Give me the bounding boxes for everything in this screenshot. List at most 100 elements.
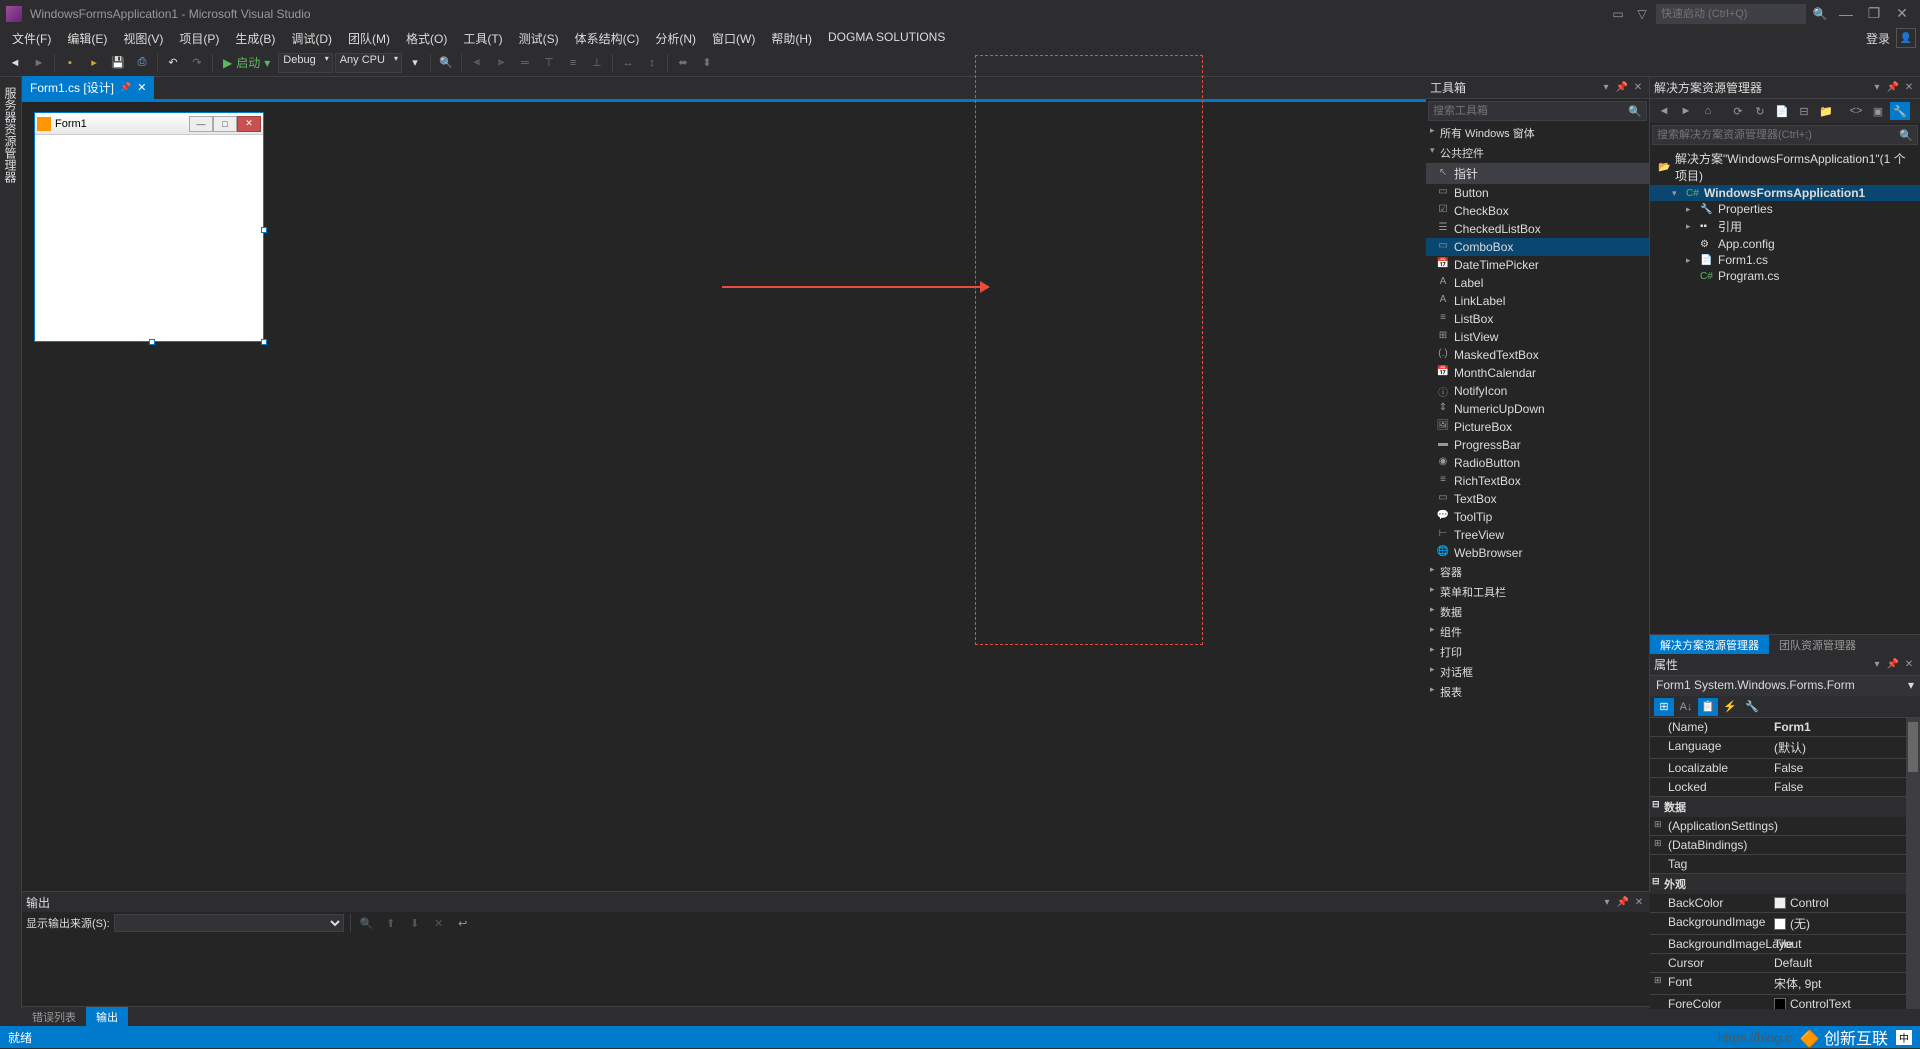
save-button[interactable]: 💾	[107, 52, 129, 74]
prop-value-cursor[interactable]: Default	[1770, 954, 1920, 972]
new-project-button[interactable]: ▪	[59, 52, 81, 74]
close-button[interactable]: ✕	[1890, 2, 1914, 26]
properties-button[interactable]: 🔧	[1890, 102, 1910, 120]
toolbox-item-textbox[interactable]: ▭TextBox	[1426, 490, 1649, 508]
output-source-dropdown[interactable]	[114, 914, 344, 932]
align-top-button[interactable]: ⊤	[538, 52, 560, 74]
close-icon[interactable]: ✕	[1902, 658, 1916, 672]
toolbox-item-maskedtextbox[interactable]: (.)MaskedTextBox	[1426, 346, 1649, 364]
config-dropdown[interactable]: Debug	[278, 53, 332, 73]
properties-selector[interactable]: Form1 System.Windows.Forms.Form▾	[1650, 676, 1920, 696]
close-icon[interactable]: ✕	[1902, 81, 1916, 95]
solution-root[interactable]: 📂解决方案"WindowsFormsApplication1"(1 个项目)	[1650, 149, 1920, 185]
pin-icon[interactable]: 📌	[1615, 81, 1629, 95]
prop-databindings[interactable]: (DataBindings)	[1650, 836, 1770, 854]
toolbox-search-input[interactable]	[1433, 105, 1628, 117]
toolbox-group-reports[interactable]: 报表	[1426, 682, 1649, 702]
resize-handle-se[interactable]	[261, 339, 267, 345]
tab-output[interactable]: 输出	[86, 1007, 128, 1026]
resize-handle-e[interactable]	[261, 227, 267, 233]
tab-solution-explorer[interactable]: 解决方案资源管理器	[1650, 635, 1769, 654]
prop-category-data[interactable]: 数据	[1650, 797, 1920, 817]
categorized-button[interactable]: ⊞	[1654, 698, 1674, 716]
toolbox-item-checkbox[interactable]: ☑CheckBox	[1426, 202, 1649, 220]
toolbox-group-components[interactable]: 组件	[1426, 622, 1649, 642]
menu-help[interactable]: 帮助(H)	[763, 28, 820, 49]
toolbox-item-label[interactable]: ALabel	[1426, 274, 1649, 292]
toolbox-item-radiobutton[interactable]: ◉RadioButton	[1426, 454, 1649, 472]
menu-dogma[interactable]: DOGMA SOLUTIONS	[820, 28, 953, 49]
size-width-button[interactable]: ⬌	[672, 52, 694, 74]
menu-project[interactable]: 项目(P)	[171, 28, 227, 49]
prop-value-backcolor[interactable]: Control	[1770, 894, 1920, 912]
toolbox-group-printing[interactable]: 打印	[1426, 642, 1649, 662]
toolbox-item-button[interactable]: ▭Button	[1426, 184, 1649, 202]
menu-window[interactable]: 窗口(W)	[704, 28, 763, 49]
properties-node[interactable]: ▸🔧Properties	[1650, 201, 1920, 217]
output-content[interactable]	[22, 934, 1650, 1006]
platform-dropdown[interactable]: Any CPU	[335, 53, 402, 73]
processes-button[interactable]: ▾	[404, 52, 426, 74]
toolbox-item-webbrowser[interactable]: 🌐WebBrowser	[1426, 544, 1649, 562]
toolbox-item-pointer[interactable]: ↖指针	[1426, 163, 1649, 184]
menu-format[interactable]: 格式(O)	[398, 28, 455, 49]
prop-appsettings[interactable]: (ApplicationSettings)	[1650, 817, 1770, 835]
document-tab-form1[interactable]: Form1.cs [设计] 📌 ✕	[22, 76, 154, 99]
prop-value-forecolor[interactable]: ControlText	[1770, 995, 1920, 1009]
pin-icon[interactable]: 📌	[120, 82, 131, 93]
align-left-button[interactable]: ⫷	[466, 52, 488, 74]
search-icon[interactable]: 🔍	[1628, 105, 1642, 118]
prop-value-bgimage[interactable]: (无)	[1770, 913, 1920, 934]
wrap-button[interactable]: ↩	[453, 914, 473, 932]
quick-launch-input[interactable]	[1656, 4, 1806, 24]
find-message-button[interactable]: 🔍	[357, 914, 377, 932]
nav-forward-button[interactable]: ►	[28, 52, 50, 74]
toolbox-group-menus[interactable]: 菜单和工具栏	[1426, 582, 1649, 602]
toolbox-item-linklabel[interactable]: ALinkLabel	[1426, 292, 1649, 310]
menu-analyze[interactable]: 分析(N)	[647, 28, 704, 49]
user-icon[interactable]: 👤	[1896, 28, 1916, 48]
login-link[interactable]: 登录	[1866, 30, 1890, 47]
redo-button[interactable]: ↷	[186, 52, 208, 74]
menu-view[interactable]: 视图(V)	[115, 28, 171, 49]
toolbox-item-numericupdown[interactable]: ⇕NumericUpDown	[1426, 400, 1649, 418]
next-message-button[interactable]: ⬇	[405, 914, 425, 932]
dropdown-icon[interactable]: ▾	[1599, 81, 1613, 95]
events-button[interactable]: ⚡	[1720, 698, 1740, 716]
nav-back-button[interactable]: ◄	[4, 52, 26, 74]
feedback-icon[interactable]: ▽	[1632, 4, 1652, 24]
solution-search-input[interactable]	[1657, 129, 1899, 141]
tab-error-list[interactable]: 错误列表	[22, 1007, 86, 1026]
align-center-button[interactable]: ⫸	[490, 52, 512, 74]
home-button[interactable]: ⌂	[1698, 102, 1718, 120]
toolbox-group-data[interactable]: 数据	[1426, 602, 1649, 622]
toolbox-group-common[interactable]: 公共控件	[1426, 143, 1649, 163]
toolbox-item-treeview[interactable]: ⊢TreeView	[1426, 526, 1649, 544]
prop-value-language[interactable]: (默认)	[1770, 737, 1920, 758]
toolbox-item-combobox[interactable]: ▭ComboBox	[1426, 238, 1649, 256]
program-node[interactable]: C#Program.cs	[1650, 268, 1920, 284]
toolbox-item-monthcalendar[interactable]: 📅MonthCalendar	[1426, 364, 1649, 382]
form1-node[interactable]: ▸📄Form1.cs	[1650, 252, 1920, 268]
property-pages-button[interactable]: 🔧	[1742, 698, 1762, 716]
prev-message-button[interactable]: ⬆	[381, 914, 401, 932]
close-icon[interactable]: ✕	[1631, 81, 1645, 95]
toolbox-item-progressbar[interactable]: ▬ProgressBar	[1426, 436, 1649, 454]
toolbox-item-checkedlistbox[interactable]: ☰CheckedListBox	[1426, 220, 1649, 238]
menu-test[interactable]: 测试(S)	[511, 28, 567, 49]
form-window[interactable]: Form1 — □ ✕	[34, 112, 264, 342]
prop-font[interactable]: Font	[1650, 973, 1770, 994]
designer-surface[interactable]: Form1 — □ ✕	[22, 99, 1426, 1009]
toolbox-group-dialogs[interactable]: 对话框	[1426, 662, 1649, 682]
search-icon[interactable]: 🔍	[1899, 129, 1913, 142]
search-icon[interactable]: 🔍	[1810, 4, 1830, 24]
toolbox-item-listbox[interactable]: ≡ListBox	[1426, 310, 1649, 328]
form-body[interactable]	[35, 135, 263, 341]
designer-button[interactable]: ▣	[1868, 102, 1888, 120]
toolbox-item-picturebox[interactable]: 🖼PictureBox	[1426, 418, 1649, 436]
prop-category-appearance[interactable]: 外观	[1650, 874, 1920, 894]
scrollbar-thumb[interactable]	[1908, 722, 1918, 772]
menu-arch[interactable]: 体系结构(C)	[567, 28, 648, 49]
find-in-files-button[interactable]: 🔍	[435, 52, 457, 74]
menu-team[interactable]: 团队(M)	[340, 28, 398, 49]
